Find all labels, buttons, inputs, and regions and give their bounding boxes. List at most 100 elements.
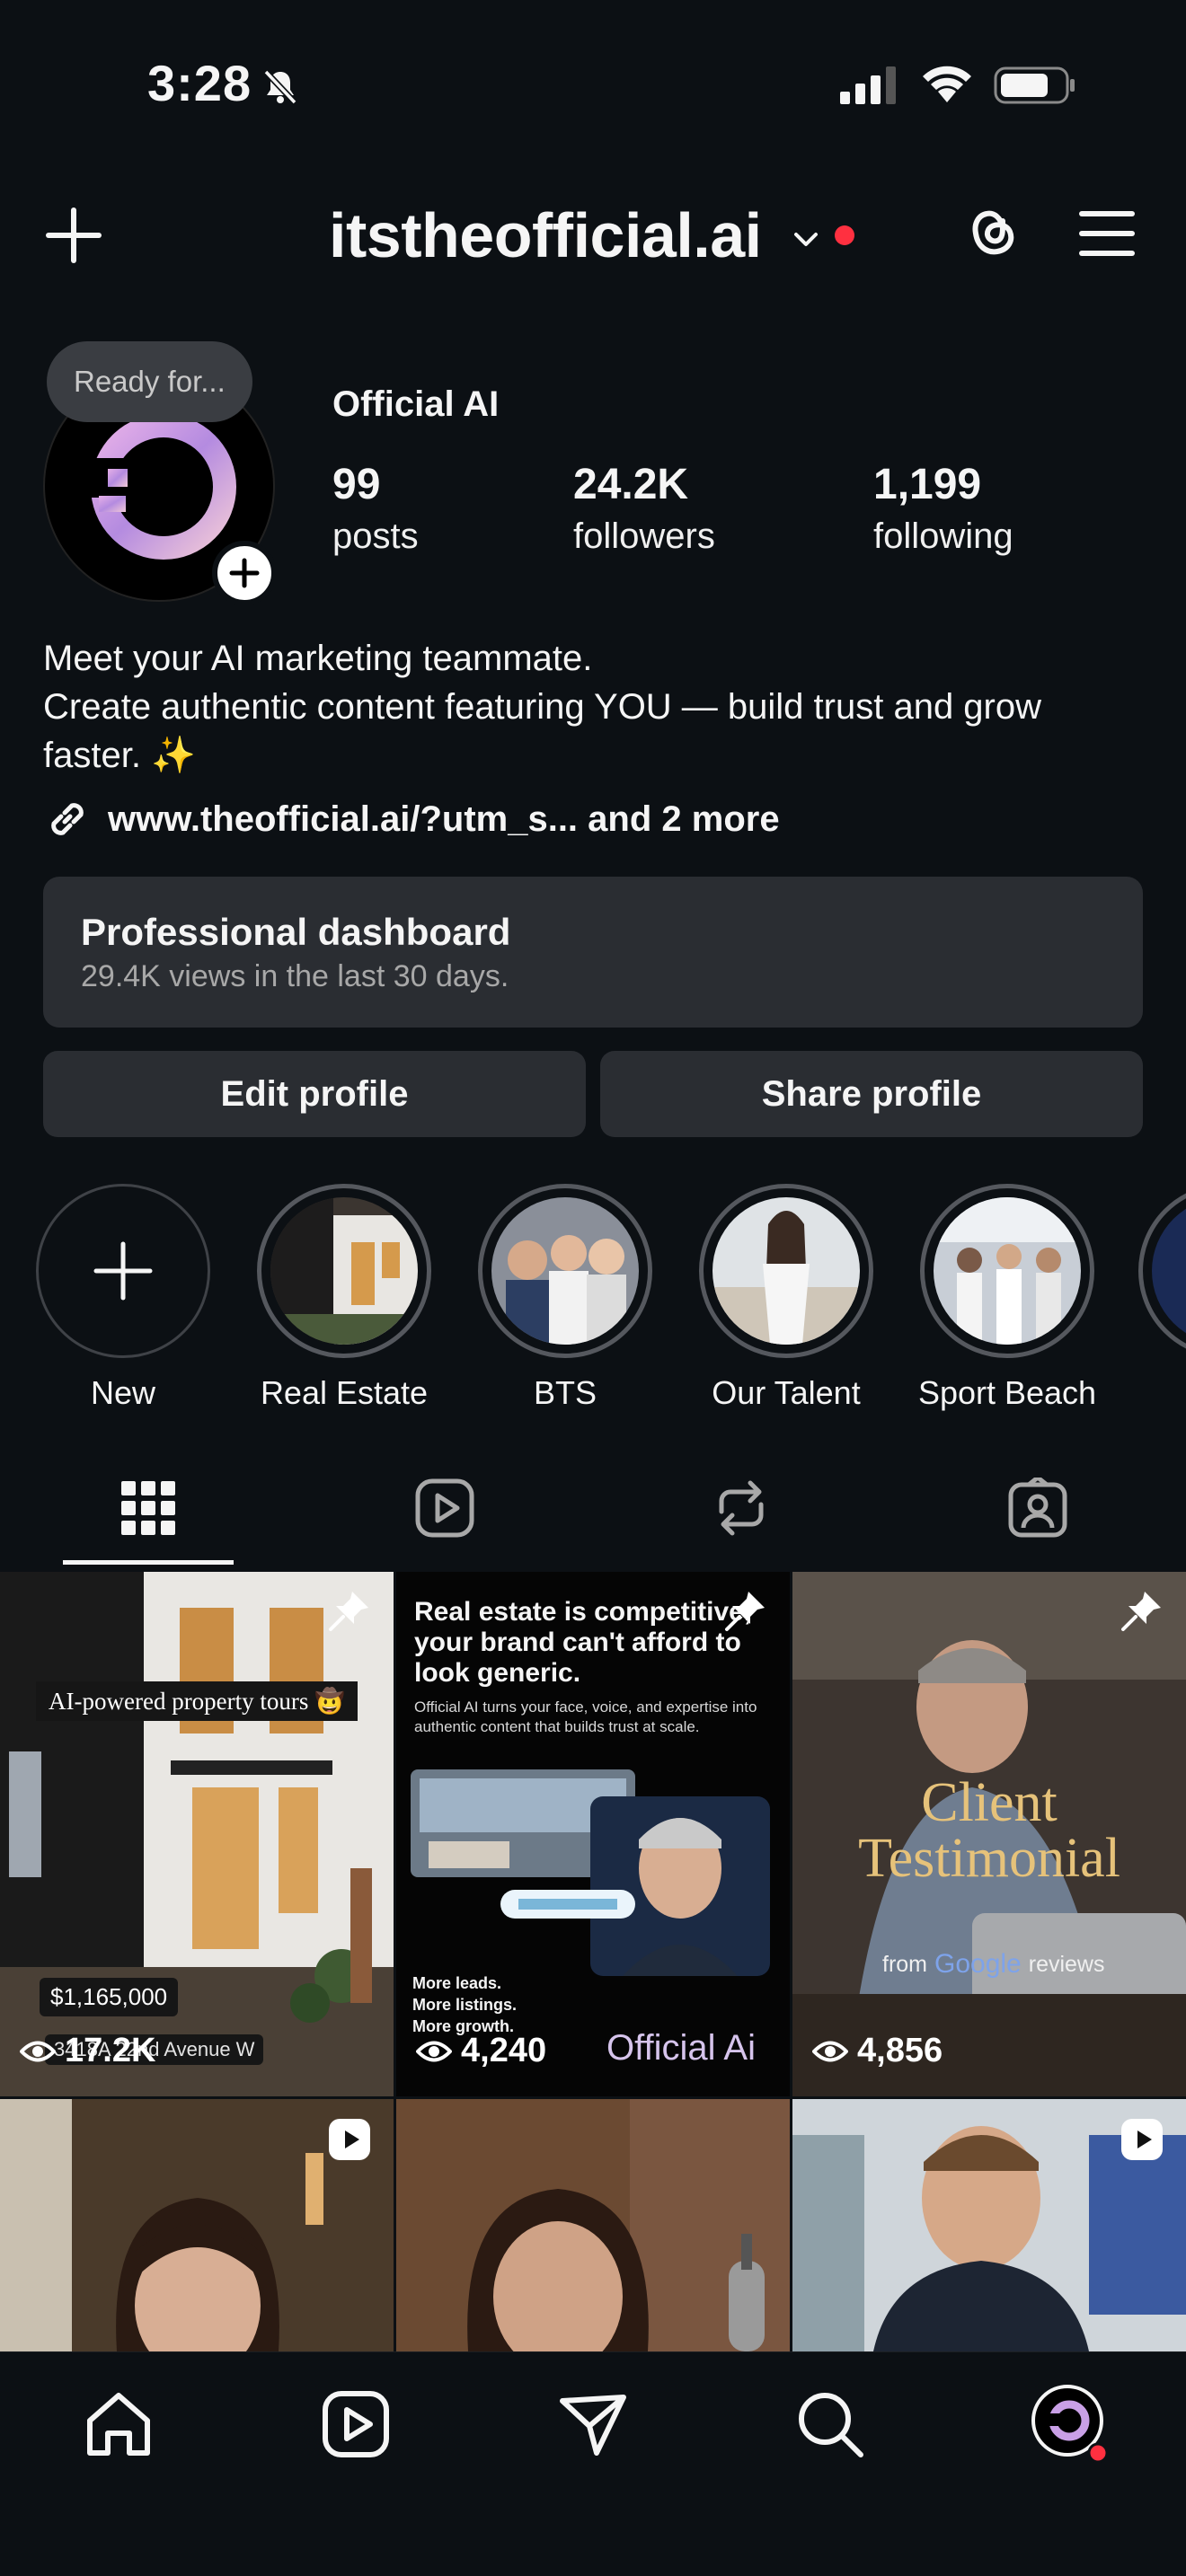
highlight-thumbnail [491, 1197, 639, 1345]
post-bullets: More leads. More listings. More growth. [412, 1974, 518, 2035]
grid-post-reel-man[interactable] [792, 2099, 1186, 2351]
highlight-thumbnail [270, 1197, 418, 1345]
from-text: from [882, 1951, 927, 1977]
stat-label: posts [332, 516, 419, 556]
profile-bio: Meet your AI marketing teammate. Create … [43, 634, 1148, 780]
google-wordmark: Google [934, 1949, 1022, 1979]
threads-icon[interactable] [961, 201, 1021, 266]
highlight-real-estate[interactable]: Real Estate [254, 1184, 434, 1412]
posts-count[interactable]: 99 posts [332, 458, 419, 560]
view-count: 4,240 [416, 2032, 546, 2070]
bio-link[interactable]: www.theofficial.ai/?utm_s... and 2 more [43, 790, 780, 848]
grid-post-reel-woman-1[interactable] [0, 2099, 394, 2351]
highlight-partial[interactable]: E [1138, 1184, 1186, 1412]
view-count-text: 4,240 [461, 2032, 547, 2069]
post-headline: Real estate is competitive, your brand c… [414, 1597, 752, 1688]
pin-icon [329, 1592, 368, 1631]
reel-icon [1121, 2119, 1163, 2160]
official-ai-wordmark: Official Ai [606, 2028, 756, 2068]
highlight-thumbnail [1152, 1197, 1186, 1345]
tagged-person-icon [1008, 1478, 1067, 1538]
post-image [396, 2099, 790, 2351]
pin-icon [1121, 1592, 1161, 1631]
account-username[interactable]: itstheofficial.ai [329, 199, 762, 271]
eye-icon [416, 2041, 452, 2061]
chevron-down-icon[interactable] [791, 225, 821, 255]
highlight-thumbnail [934, 1197, 1081, 1345]
price-label: $1,165,000 [40, 1978, 179, 2016]
view-count-text: 17.2K [65, 2032, 156, 2069]
tab-reels[interactable] [296, 1451, 593, 1567]
grid-post-property-tour[interactable]: AI-powered property tours 🤠 $1,165,000 3… [0, 1572, 394, 2096]
direct-message-icon[interactable] [557, 2388, 629, 2460]
repost-icon [719, 1480, 764, 1536]
stat-value: 24.2K [573, 461, 689, 508]
highlight-our-talent[interactable]: Our Talent [696, 1184, 876, 1412]
active-tab-indicator [63, 1560, 234, 1565]
post-image [0, 1572, 394, 2096]
highlight-sport-beach[interactable]: Sport Beach [917, 1184, 1097, 1412]
create-plus-icon[interactable] [45, 207, 102, 264]
stat-value: 1,199 [873, 461, 982, 508]
highlight-label: New [90, 1374, 156, 1411]
share-profile-button[interactable]: Share profile [600, 1051, 1143, 1137]
link-icon [51, 803, 84, 835]
battery-icon [994, 66, 1075, 104]
reels-icon[interactable] [320, 2388, 392, 2460]
bottom-navigation [0, 2351, 1186, 2576]
bell-muted-icon [263, 69, 297, 105]
highlight-label: E [1138, 1374, 1186, 1412]
grid-post-reel-woman-2[interactable] [396, 2099, 790, 2351]
display-name: Official AI [332, 384, 500, 424]
bio-line: Create authentic content featuring YOU —… [43, 687, 1041, 775]
tab-reposts[interactable] [593, 1451, 890, 1567]
wifi-icon [923, 66, 971, 102]
dashboard-title: Professional dashboard [81, 911, 511, 953]
menu-hamburger-icon[interactable] [1078, 207, 1136, 260]
highlight-label: Real Estate [260, 1374, 429, 1411]
profile-tabs [0, 1451, 1186, 1567]
tab-posts-grid[interactable] [0, 1451, 296, 1567]
home-icon[interactable] [83, 2388, 155, 2460]
search-icon[interactable] [794, 2388, 866, 2460]
grid-post-real-estate-ad[interactable]: Real estate is competitive, your brand c… [396, 1572, 790, 2096]
bio-line: Meet your AI marketing teammate. [43, 639, 593, 678]
cellular-signal-icon [840, 66, 896, 104]
stat-label: followers [573, 516, 715, 556]
pin-icon [725, 1592, 765, 1631]
view-count: 17.2K [20, 2032, 155, 2070]
following-count[interactable]: 1,199 following [873, 458, 1013, 560]
highlight-label: Our Talent [712, 1374, 861, 1411]
edit-profile-button[interactable]: Edit profile [43, 1051, 586, 1137]
profile-avatar-tab-icon[interactable] [1030, 2383, 1111, 2464]
professional-dashboard[interactable]: Professional dashboard 29.4K views in th… [43, 877, 1143, 1028]
reviews-text: reviews [1028, 1951, 1105, 1977]
status-bar: 3:28 [0, 0, 1186, 171]
post-caption-overlay: AI-powered property tours 🤠 [36, 1681, 358, 1721]
view-count-text: 4,856 [857, 2032, 943, 2069]
testimonial-title: Client Testimonial [858, 1772, 1120, 1889]
grid-post-client-testimonial[interactable]: Client Testimonial from Google reviews 4… [792, 1572, 1186, 2096]
reel-icon [329, 2119, 370, 2160]
plus-icon [229, 558, 260, 588]
plus-icon [93, 1241, 153, 1301]
highlight-bts[interactable]: BTS [475, 1184, 655, 1412]
new-highlight-circle[interactable] [36, 1184, 210, 1358]
reels-play-icon [415, 1478, 474, 1538]
view-count: 4,856 [812, 2032, 943, 2070]
post-subtext: Official AI turns your face, voice, and … [414, 1698, 757, 1735]
followers-count[interactable]: 24.2K followers [573, 458, 715, 560]
profile-header: itstheofficial.ai [0, 180, 1186, 287]
highlight-thumbnail [712, 1197, 860, 1345]
link-text[interactable]: www.theofficial.ai/?utm_s... and 2 more [108, 799, 780, 840]
highlight-label: Sport Beach [917, 1374, 1097, 1411]
add-story-button[interactable] [212, 541, 277, 605]
stat-label: following [873, 516, 1013, 556]
notification-dot [835, 225, 854, 245]
note-bubble[interactable]: Ready for... [47, 341, 252, 422]
status-time: 3:28 [147, 55, 252, 111]
highlight-new[interactable]: New [33, 1184, 213, 1412]
eye-icon [812, 2041, 848, 2061]
tab-tagged[interactable] [890, 1451, 1186, 1567]
eye-icon [20, 2041, 56, 2061]
